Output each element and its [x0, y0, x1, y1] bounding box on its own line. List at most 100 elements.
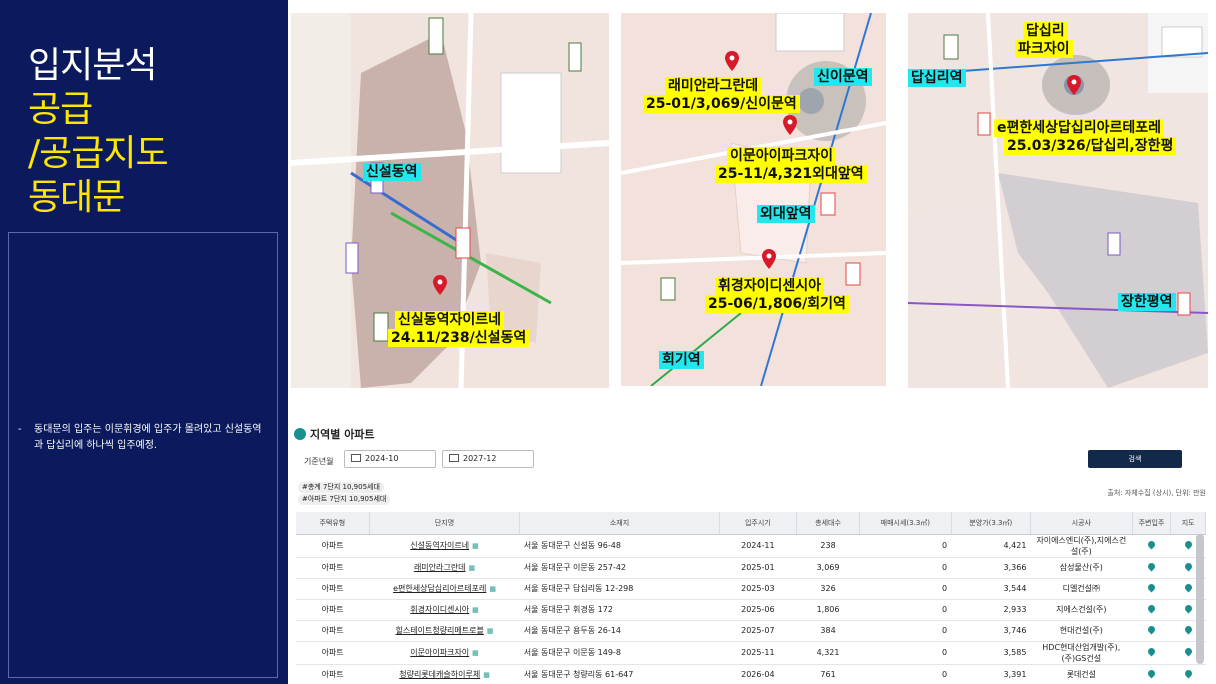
cell-name[interactable]: 힐스테이트청량리메트로블 ▦ — [369, 620, 520, 642]
table-row[interactable]: 아파트 e편한세상답십리아르테포레 ▦ 서울 동대문구 답십리동 12-298 2025… — [296, 578, 1206, 600]
date-from-input[interactable]: 2024-10 — [344, 450, 436, 468]
nearby-icon[interactable] — [1146, 624, 1157, 635]
nearby-icon[interactable] — [1146, 668, 1157, 679]
title-line-1: 입지분석 — [28, 45, 157, 86]
cell-price-text: 3,391 — [1003, 670, 1027, 679]
cell-price-text: 3,585 — [1003, 648, 1027, 657]
nearby-icon[interactable] — [1146, 646, 1157, 657]
map-marker-icon[interactable] — [1183, 539, 1194, 550]
map-marker-icon[interactable] — [1183, 624, 1194, 635]
table-row[interactable]: 아파트 신설동역자이르네 ▦ 서울 동대문구 신설동 96-48 2024-11 238 0… — [296, 534, 1206, 558]
cell-units: 761 — [796, 664, 860, 684]
cell-units-text: 384 — [820, 626, 836, 635]
title-line-2: 공급 — [28, 89, 93, 130]
nearby-icon[interactable] — [1146, 582, 1157, 593]
cell-map-marker[interactable] — [1170, 664, 1206, 684]
cell-nearby[interactable] — [1132, 620, 1171, 642]
col-header[interactable]: 주택유형 — [296, 512, 370, 535]
col-header[interactable]: 시공사 — [1030, 512, 1133, 535]
map-pin-icon[interactable] — [725, 51, 739, 71]
col-header[interactable]: 소재지 — [519, 512, 720, 535]
cell-nearby[interactable] — [1132, 664, 1171, 684]
calendar-icon — [449, 454, 459, 462]
complex-info-hwigyeong: 25-06/1,806/회기역 — [705, 295, 849, 313]
station-label-sinseol: 신설동역 — [363, 163, 421, 181]
cell-name[interactable]: 신설동역자이르네 ▦ — [369, 534, 520, 558]
map-sinseol[interactable]: 신설동역 신실동역자이르네 24.11/238/신설동역 — [291, 13, 609, 388]
station-label-janghanpyeong: 장한평역 — [1118, 293, 1176, 311]
cell-builder: 현대건설(주) — [1030, 620, 1133, 642]
cell-nearby[interactable] — [1132, 557, 1171, 579]
cell-date: 2025-03 — [719, 578, 797, 600]
table-row[interactable]: 아파트 청량리롯데캐슬하이루체 ▦ 서울 동대문구 청량리동 61-647 2026-0… — [296, 664, 1206, 684]
table-row[interactable]: 아파트 휘경자이디센시아 ▦ 서울 동대문구 휘경동 172 2025-06 1,806 0… — [296, 599, 1206, 621]
map-pin-icon[interactable] — [1067, 75, 1081, 95]
panel-title: 지역별 아파트 — [294, 426, 375, 442]
map-pin-icon[interactable] — [783, 115, 797, 135]
grid-icon[interactable]: ▦ — [468, 564, 475, 572]
table-row[interactable]: 아파트 래미안라그란데 ▦ 서울 동대문구 이문동 257-42 2025-01 3,06… — [296, 557, 1206, 579]
grid-icon[interactable]: ▦ — [489, 585, 496, 593]
grid-icon[interactable]: ▦ — [487, 627, 494, 635]
cell-name[interactable]: e편한세상답십리아르테포레 ▦ — [369, 578, 520, 600]
cell-addr: 서울 동대문구 답십리동 12-298 — [519, 578, 720, 600]
cell-type-text: 아파트 — [321, 563, 344, 572]
source-note: 출처: 자체수집 (상시), 단위: 만원 — [1107, 489, 1206, 497]
table-row[interactable]: 아파트 이문아이파크자이 ▦ 서울 동대문구 이문동 149-8 2025-11 4,32… — [296, 641, 1206, 665]
cell-builder-text: 지에스건설(주) — [1056, 605, 1107, 614]
nearby-icon[interactable] — [1146, 603, 1157, 614]
cell-name[interactable]: 이문아이파크자이 ▦ — [369, 641, 520, 665]
cell-nearby[interactable] — [1132, 599, 1171, 621]
cell-builder-text: 삼성물산(주) — [1059, 563, 1103, 572]
cell-addr-text: 서울 동대문구 신설동 96-48 — [523, 541, 621, 550]
cell-units-text: 3,069 — [816, 563, 840, 572]
grid-icon[interactable]: ▦ — [483, 671, 490, 679]
search-button[interactable]: 검색 — [1088, 450, 1182, 468]
map-marker-icon[interactable] — [1183, 646, 1194, 657]
cell-date: 2025-11 — [719, 641, 797, 665]
cell-name[interactable]: 청량리롯데캐슬하이루체 ▦ — [369, 664, 520, 684]
cell-trade: 0 — [859, 534, 952, 558]
cell-name-text: 이문아이파크자이 — [410, 648, 470, 657]
grid-icon[interactable]: ▦ — [472, 542, 479, 550]
cell-date: 2025-06 — [719, 599, 797, 621]
table-row[interactable]: 아파트 힐스테이트청량리메트로블 ▦ 서울 동대문구 용두동 26-14 2025-07… — [296, 620, 1206, 642]
cell-nearby[interactable] — [1132, 534, 1171, 558]
date-to-input[interactable]: 2027-12 — [442, 450, 534, 468]
map-imun[interactable]: 신이문역 래미안라그란데 25-01/3,069/신이문역 이문아이파크자이 2… — [621, 13, 886, 386]
grid-icon[interactable]: ▦ — [472, 649, 479, 657]
col-header[interactable]: 지도 — [1170, 512, 1206, 535]
count-total: #총계 7단지 10,905세대 — [298, 482, 384, 493]
map-marker-icon[interactable] — [1183, 582, 1194, 593]
table-header-row: 주택유형 단지명 소재지 입주시기 총세대수 매매시세(3.3㎡) 분양가(3.… — [296, 512, 1206, 535]
cell-nearby[interactable] — [1132, 641, 1171, 665]
nearby-icon[interactable] — [1146, 561, 1157, 572]
col-header[interactable]: 총세대수 — [796, 512, 861, 535]
col-header[interactable]: 주변입주 — [1132, 512, 1172, 535]
cell-builder: HDC현대산업개발(주),(주)GS건설 — [1030, 641, 1133, 665]
map-pin-icon[interactable] — [433, 275, 447, 295]
cell-date-text: 2025-01 — [741, 563, 775, 572]
map-pin-icon[interactable] — [762, 249, 776, 269]
map-marker-icon[interactable] — [1183, 561, 1194, 572]
cell-name[interactable]: 휘경자이디센시아 ▦ — [369, 599, 520, 621]
cell-units-text: 761 — [820, 670, 836, 679]
cell-addr: 서울 동대문구 이문동 149-8 — [519, 641, 720, 665]
nearby-icon[interactable] — [1146, 539, 1157, 550]
col-header[interactable]: 단지명 — [369, 512, 521, 535]
map-marker-icon[interactable] — [1183, 603, 1194, 614]
col-header[interactable]: 매매시세(3.3㎡) — [859, 512, 952, 535]
cell-addr-text: 서울 동대문구 답십리동 12-298 — [523, 584, 634, 593]
cell-builder-text: 자이에스엔디(주),지에스건설(주) — [1036, 535, 1127, 556]
map-dapsimni[interactable]: 답십리 파크자이 답십리역 e편한세상답십리아르테포레 25.03/326/답십… — [908, 13, 1208, 388]
map-marker-icon[interactable] — [1183, 668, 1194, 679]
table-scrollbar[interactable] — [1196, 534, 1204, 664]
cell-nearby[interactable] — [1132, 578, 1171, 600]
cell-name[interactable]: 래미안라그란데 ▦ — [369, 557, 520, 579]
grid-icon[interactable]: ▦ — [472, 606, 479, 614]
col-header[interactable]: 입주시기 — [719, 512, 798, 535]
cell-date-text: 2025-07 — [741, 626, 775, 635]
complex-name-sinseol: 신실동역자이르네 — [395, 311, 505, 329]
cell-price-text: 3,544 — [1003, 584, 1027, 593]
col-header[interactable]: 분양가(3.3㎡) — [951, 512, 1031, 535]
